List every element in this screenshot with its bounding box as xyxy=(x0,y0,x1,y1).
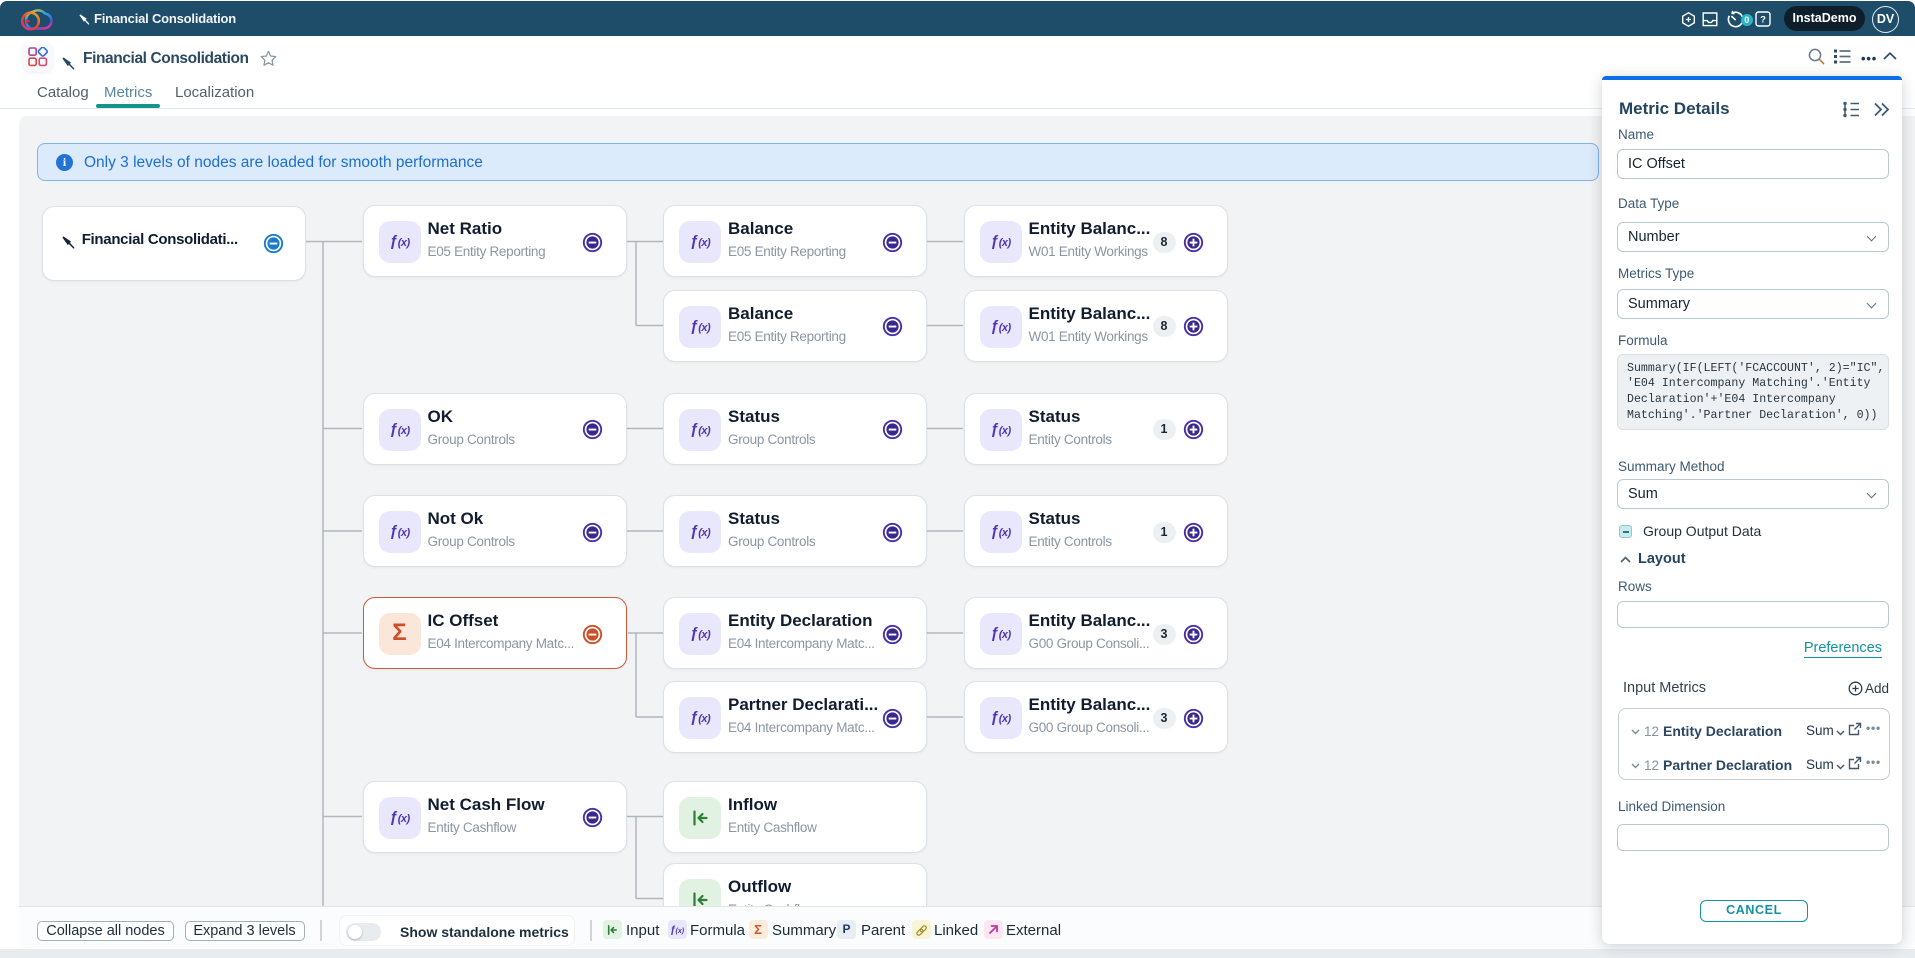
svg-text:?: ? xyxy=(1760,15,1766,26)
